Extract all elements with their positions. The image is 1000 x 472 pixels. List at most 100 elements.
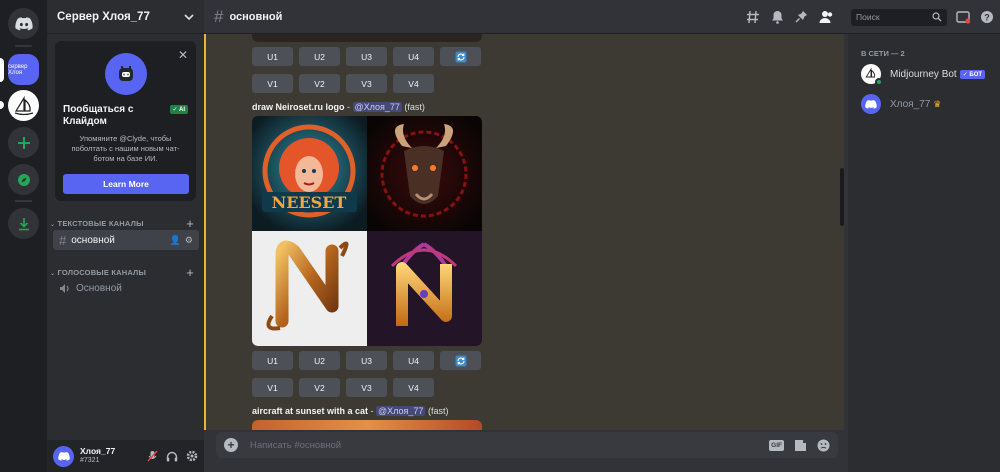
generated-image-grid: NEESET [252, 116, 482, 346]
u4-button[interactable]: U4 [393, 47, 434, 66]
channel-sidebar: Сервер Хлоя_77 ✕ Пообщаться с Клайдом ✓ … [47, 0, 204, 472]
member-midjourney-bot[interactable]: Midjourney Bot ✓ БОТ [861, 64, 986, 86]
prompt-separator: - [344, 102, 353, 112]
hash-icon: # [59, 232, 67, 248]
header-right-tools: ? [956, 10, 994, 24]
settings-gear-icon[interactable] [186, 450, 198, 462]
online-status-icon [875, 78, 883, 86]
v1-button[interactable]: V1 [252, 74, 293, 93]
chevron-down-icon: ⌄ [50, 271, 56, 277]
category-text-label: ТЕКСТОВЫЕ КАНАЛЫ [57, 219, 144, 228]
category-label: ⌄ ТЕКСТОВЫЕ КАНАЛЫ [50, 219, 144, 228]
user-avatar[interactable] [53, 445, 74, 467]
v4-button[interactable]: V4 [393, 74, 434, 93]
sticker-icon[interactable] [794, 439, 807, 452]
inbox-icon[interactable] [956, 10, 970, 24]
add-channel-icon[interactable]: + [186, 216, 194, 231]
next-image-grid[interactable] [252, 420, 482, 430]
reroll-button[interactable] [440, 351, 481, 370]
speaker-icon [60, 283, 69, 293]
upscale-button-row: U1 U2 U3 U4 [252, 47, 481, 66]
user-controls [147, 450, 198, 462]
refresh-icon [455, 355, 466, 366]
header-toolbar [746, 10, 834, 24]
mic-muted-icon[interactable] [147, 450, 158, 462]
message-input[interactable]: + Написать #основной GIF [216, 432, 838, 458]
members-icon[interactable] [819, 10, 834, 24]
previous-image-grid[interactable] [252, 34, 482, 42]
invite-icon[interactable]: 👤 [170, 235, 181, 246]
member-avatar [861, 64, 883, 86]
member-avatar [861, 94, 881, 114]
v3-button[interactable]: V3 [346, 378, 387, 397]
search-placeholder: Поиск [856, 12, 880, 22]
server-icon-active[interactable]: сервер Хлоя [8, 54, 39, 85]
u1-button[interactable]: U1 [252, 47, 293, 66]
rail-separator [15, 200, 32, 202]
clyde-bot-icon [119, 66, 133, 81]
hash-icon: # [214, 6, 224, 26]
compass-icon [17, 173, 30, 186]
chevron-down-icon [184, 13, 194, 20]
server-header[interactable]: Сервер Хлоя_77 [47, 0, 204, 34]
member-name: Хлоя_77 [890, 98, 931, 110]
pin-icon[interactable] [795, 10, 808, 24]
channel-title: основной [229, 10, 283, 23]
u4-button[interactable]: U4 [393, 351, 434, 370]
help-icon[interactable]: ? [980, 10, 994, 24]
category-text-channels[interactable]: ⌄ ТЕКСТОВЫЕ КАНАЛЫ + [47, 216, 204, 231]
variation-button-row: V1 V2 V3 V4 [252, 378, 434, 397]
close-icon[interactable]: ✕ [178, 48, 188, 62]
u2-button[interactable]: U2 [299, 351, 340, 370]
v3-button[interactable]: V3 [346, 74, 387, 93]
emoji-icon[interactable] [817, 439, 830, 452]
svg-text:?: ? [984, 13, 990, 23]
u1-button[interactable]: U1 [252, 351, 293, 370]
headphones-icon[interactable] [166, 451, 178, 462]
reroll-button[interactable] [440, 47, 481, 66]
image-grid[interactable]: NEESET [252, 116, 482, 346]
scrollbar-thumb[interactable] [840, 168, 844, 226]
user-info: Хлоя_77 #7321 [80, 446, 115, 466]
gif-button[interactable]: GIF [769, 439, 784, 451]
ai-badge: ✓ AI [169, 105, 188, 114]
upload-plus-icon[interactable]: + [224, 438, 238, 452]
discord-home-button[interactable] [8, 8, 39, 39]
username: Хлоя_77 [80, 446, 116, 456]
message-placeholder: Написать #основной [250, 439, 342, 451]
prompt-separator: - [368, 406, 377, 416]
u2-button[interactable]: U2 [299, 47, 340, 66]
voice-channel-label: Основной [76, 282, 122, 294]
member-list: В СЕТИ — 2 Midjourney Bot ✓ БОТ Хлоя_77 … [848, 34, 1000, 472]
v4-button[interactable]: V4 [393, 378, 434, 397]
user-tag: #7321 [80, 457, 100, 464]
search-input[interactable]: Поиск [851, 9, 947, 26]
add-server-button[interactable] [8, 127, 39, 158]
v1-button[interactable]: V1 [252, 378, 293, 397]
server-rail: сервер Хлоя [0, 0, 47, 472]
rail-separator [15, 45, 32, 47]
member-khloya[interactable]: Хлоя_77 ♛ [861, 94, 941, 114]
search-icon [932, 12, 942, 22]
channel-item-osnovnoy[interactable]: # основной 👤 ⚙ [53, 230, 199, 250]
u3-button[interactable]: U3 [346, 351, 387, 370]
explore-servers-button[interactable] [8, 164, 39, 195]
learn-more-button[interactable]: Learn More [63, 174, 189, 194]
gear-icon[interactable]: ⚙ [185, 235, 193, 246]
clyde-description: Упомяните @Clyde, чтобы поболтать с наши… [71, 134, 180, 163]
threads-icon[interactable] [746, 10, 760, 24]
download-apps-button[interactable] [8, 208, 39, 239]
discord-logo-icon [865, 99, 877, 109]
upscale-button-row: U1 U2 U3 U4 [252, 351, 481, 370]
server-icon-midjourney[interactable] [8, 90, 39, 121]
voice-channel-item[interactable]: Основной [53, 278, 199, 298]
server-name: Сервер Хлоя_77 [57, 10, 150, 23]
user-mention[interactable]: @Хлоя_77 [352, 102, 402, 112]
user-mention[interactable]: @Хлоя_77 [376, 406, 426, 416]
v2-button[interactable]: V2 [299, 378, 340, 397]
input-tools: GIF [769, 439, 830, 452]
u3-button[interactable]: U3 [346, 47, 387, 66]
v2-button[interactable]: V2 [299, 74, 340, 93]
message-prompt: draw Neiroset.ru logo - @Хлоя_77 (fast) [252, 102, 425, 112]
bell-icon[interactable] [771, 10, 784, 24]
